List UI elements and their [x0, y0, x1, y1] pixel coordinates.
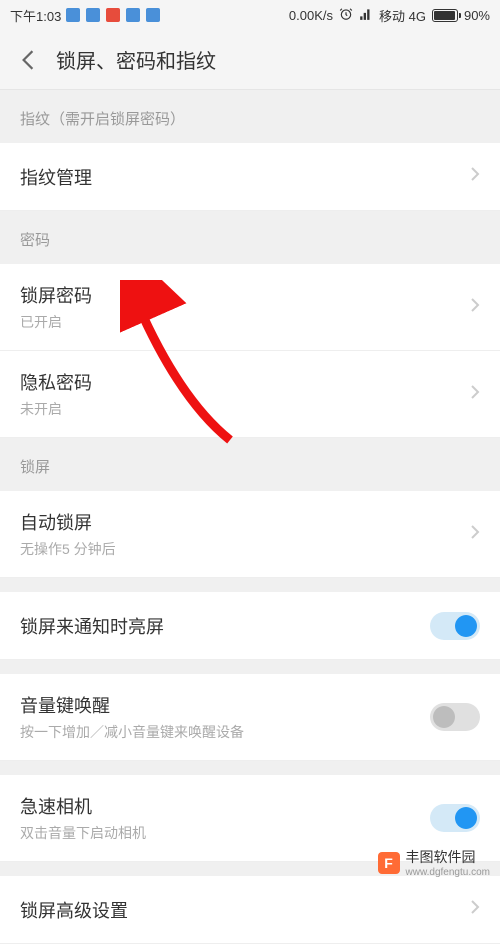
divider — [0, 578, 500, 592]
toggle-quick-camera[interactable] — [430, 804, 480, 832]
item-title: 锁屏密码 — [20, 282, 470, 308]
app-icon-2 — [85, 7, 101, 23]
signal-icon — [359, 7, 373, 24]
battery-percent: 90% — [464, 8, 490, 23]
item-subtitle: 按一下增加／减小音量键来唤醒设备 — [20, 722, 430, 742]
item-subtitle: 已开启 — [20, 312, 470, 332]
item-volume-wake[interactable]: 音量键唤醒 按一下增加／减小音量键来唤醒设备 — [0, 674, 500, 761]
app-icon-3 — [105, 7, 121, 23]
chevron-right-icon — [470, 384, 480, 405]
item-title: 锁屏来通知时亮屏 — [20, 613, 430, 639]
item-advanced-settings[interactable]: 锁屏高级设置 — [0, 876, 500, 944]
item-title: 自动锁屏 — [20, 509, 470, 535]
item-subtitle: 双击音量下启动相机 — [20, 823, 430, 843]
item-fingerprint-manage[interactable]: 指纹管理 — [0, 143, 500, 211]
chevron-right-icon — [470, 166, 480, 187]
network-label: 移动 4G — [379, 6, 426, 25]
section-password-header: 密码 — [0, 211, 500, 264]
app-icon-1 — [65, 7, 81, 23]
page-header: 锁屏、密码和指纹 — [0, 30, 500, 90]
status-bar: 下午1:03 0.00K/s 移动 4G 90% — [0, 0, 500, 30]
app-icon-5 — [145, 7, 161, 23]
item-title: 锁屏高级设置 — [20, 897, 470, 923]
chevron-right-icon — [470, 297, 480, 318]
item-privacy-password[interactable]: 隐私密码 未开启 — [0, 351, 500, 438]
watermark-url: www.dgfengtu.com — [406, 867, 491, 878]
back-button[interactable] — [16, 48, 40, 72]
item-wake-on-notification[interactable]: 锁屏来通知时亮屏 — [0, 592, 500, 660]
watermark-text: 丰图软件园 — [406, 849, 476, 865]
alarm-icon — [339, 7, 353, 24]
page-title: 锁屏、密码和指纹 — [56, 45, 216, 74]
chevron-right-icon — [470, 524, 480, 545]
item-title: 隐私密码 — [20, 369, 470, 395]
item-subtitle: 未开启 — [20, 399, 470, 419]
divider — [0, 660, 500, 674]
item-auto-lock[interactable]: 自动锁屏 无操作5 分钟后 — [0, 491, 500, 578]
chevron-right-icon — [470, 899, 480, 920]
section-fingerprint-header: 指纹（需开启锁屏密码） — [0, 90, 500, 143]
watermark-logo-icon: F — [378, 852, 400, 874]
item-subtitle: 无操作5 分钟后 — [20, 539, 470, 559]
item-title: 急速相机 — [20, 793, 430, 819]
section-lockscreen-header: 锁屏 — [0, 438, 500, 491]
item-title: 音量键唤醒 — [20, 692, 430, 718]
item-title: 指纹管理 — [20, 164, 470, 190]
divider — [0, 761, 500, 775]
toggle-volume-wake[interactable] — [430, 703, 480, 731]
toggle-wake-on-notification[interactable] — [430, 612, 480, 640]
battery-icon — [432, 9, 458, 22]
watermark: F 丰图软件园 www.dgfengtu.com — [378, 847, 491, 878]
item-lockscreen-password[interactable]: 锁屏密码 已开启 — [0, 264, 500, 351]
status-time: 下午1:03 — [10, 6, 61, 25]
app-icon-4 — [125, 7, 141, 23]
network-speed: 0.00K/s — [289, 8, 333, 23]
